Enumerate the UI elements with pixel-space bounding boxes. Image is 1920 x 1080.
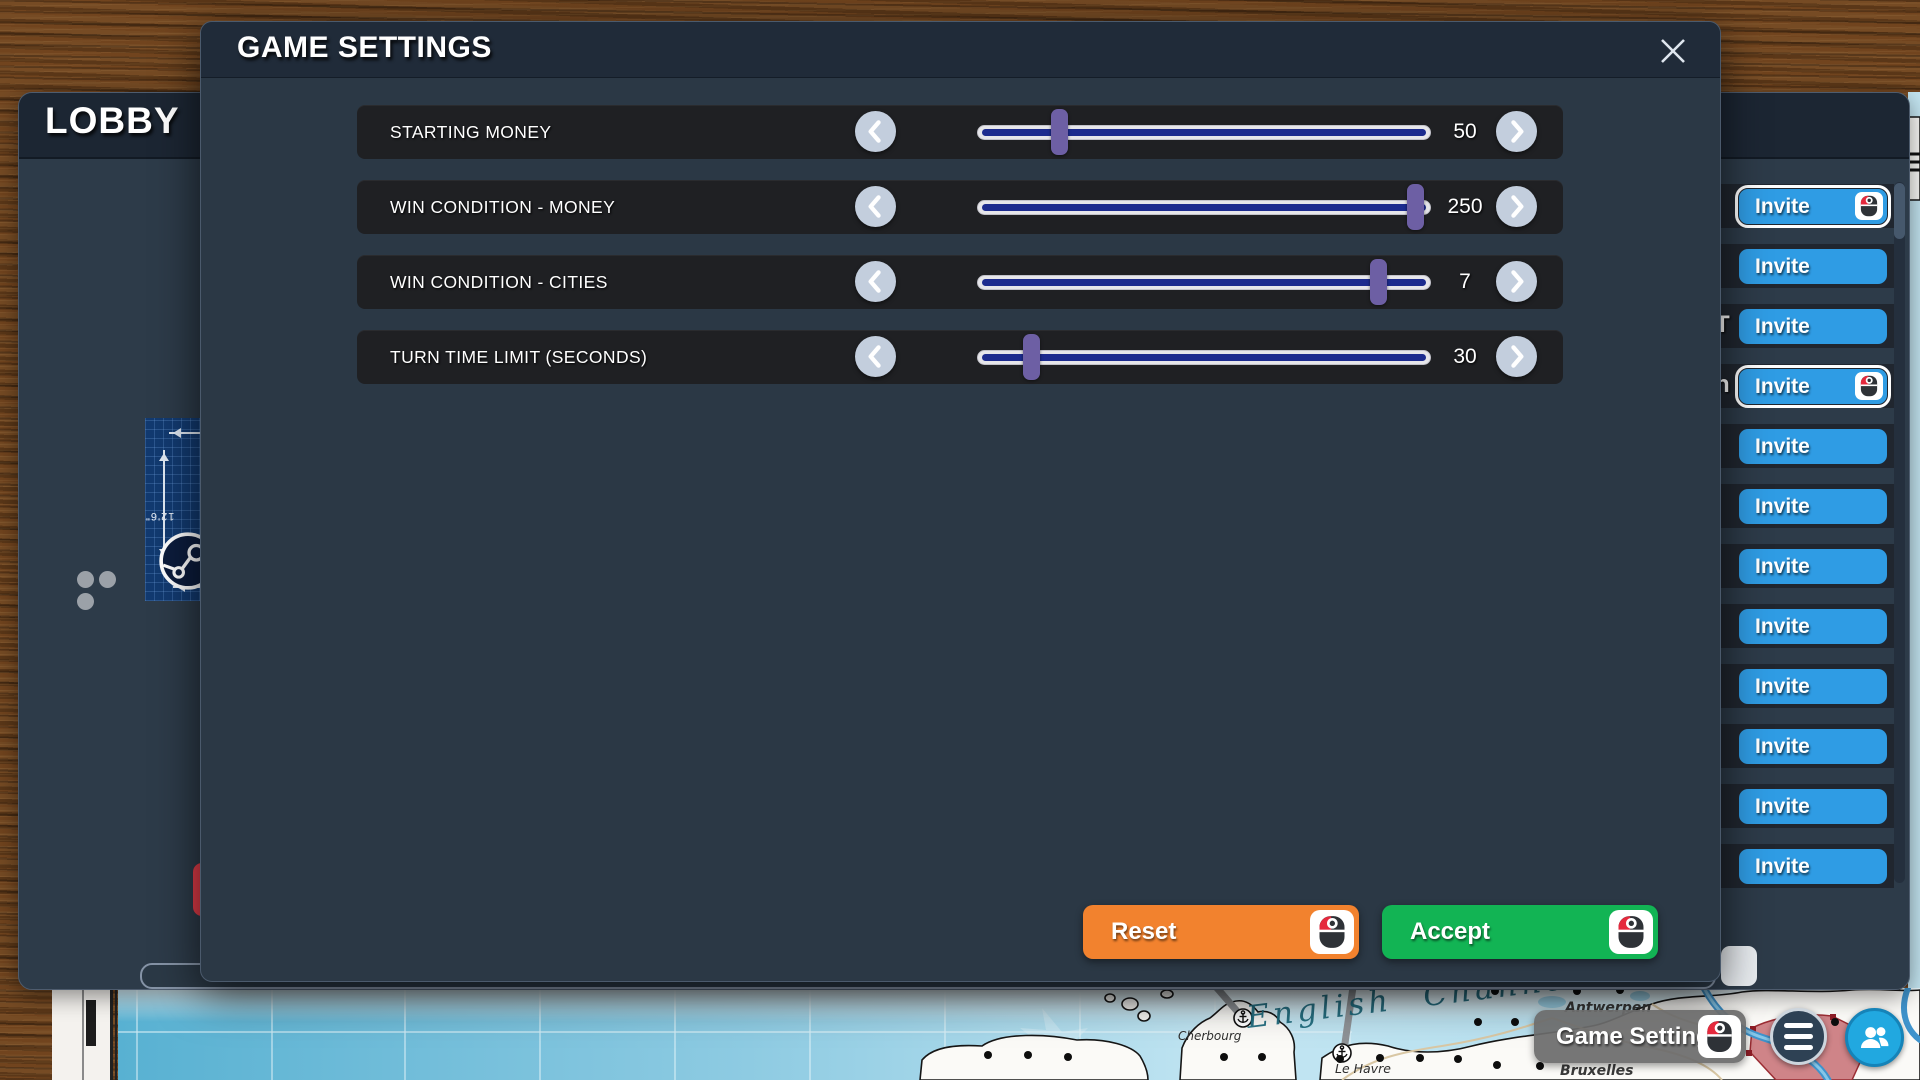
invite-button[interactable]: Invite [1739, 789, 1887, 824]
decrease-button[interactable] [855, 336, 896, 377]
steam-avatar-image: 12'6" [145, 418, 202, 601]
slider-track[interactable] [977, 125, 1431, 140]
setting-label: WIN CONDITION - MONEY [390, 180, 615, 234]
slider-handle[interactable] [1051, 109, 1068, 155]
decrease-button[interactable] [855, 261, 896, 302]
accept-button-label: Accept [1410, 918, 1490, 945]
city-label-lehavre: Le Havre [1335, 1061, 1391, 1076]
avatar-dimension-label: 12'6" [145, 510, 174, 522]
menu-button[interactable] [1770, 1008, 1827, 1065]
invite-button[interactable]: Invite [1739, 669, 1887, 704]
modal-header: GAME SETTINGS [201, 22, 1720, 78]
map-frame-line [110, 988, 113, 1080]
map-frame-line [115, 988, 117, 1080]
players-button[interactable] [1845, 1008, 1904, 1067]
invite-button-label: Invite [1755, 255, 1810, 278]
player-list-scrollbar[interactable] [1894, 182, 1905, 883]
invite-button[interactable]: Invite [1739, 609, 1887, 644]
invite-button[interactable]: Invite [1739, 369, 1887, 404]
chat-scrollbar-thumb[interactable] [1721, 946, 1757, 986]
invite-button-label: Invite [1755, 375, 1810, 398]
invite-button-label: Invite [1755, 855, 1810, 878]
invite-button[interactable]: Invite [1739, 489, 1887, 524]
invite-button[interactable]: Invite [1739, 429, 1887, 464]
city-label-bruxelles: Bruxelles [1560, 1063, 1634, 1079]
reset-button[interactable]: Reset [1083, 905, 1359, 959]
steam-logo [157, 530, 202, 592]
game-screen: English Channel Cherbourg Le Havre Antwe… [0, 0, 1920, 1080]
invite-button[interactable]: Invite [1739, 249, 1887, 284]
game-settings-button[interactable]: Game Settings [1534, 1010, 1746, 1063]
scrollbar-thumb[interactable] [1894, 183, 1905, 239]
mouse-click-icon [1855, 372, 1883, 400]
modal-title: GAME SETTINGS [237, 31, 492, 65]
map-margin [52, 988, 110, 1080]
setting-row: WIN CONDITION - MONEY250 [357, 180, 1563, 234]
invite-button-label: Invite [1755, 435, 1810, 458]
invite-button-label: Invite [1755, 795, 1810, 818]
invite-button-label: Invite [1755, 495, 1810, 518]
invite-button-label: Invite [1755, 735, 1810, 758]
reset-button-label: Reset [1111, 918, 1176, 945]
decrease-button[interactable] [855, 111, 896, 152]
setting-label: TURN TIME LIMIT (SECONDS) [390, 330, 647, 384]
invite-button-label: Invite [1755, 615, 1810, 638]
mouse-click-icon [1698, 1015, 1741, 1058]
game-settings-modal: GAME SETTINGS STARTING MONEY50 WIN CONDIT… [200, 21, 1721, 982]
slider-track[interactable] [977, 350, 1431, 365]
city-label-cherbourg: Cherbourg [1178, 1029, 1242, 1043]
map-margin-line [82, 988, 84, 1080]
slider-track[interactable] [977, 200, 1431, 215]
slider-stripe [982, 204, 1426, 211]
more-options-dots[interactable] [77, 571, 137, 589]
lobby-title: LOBBY [45, 100, 180, 142]
mouse-click-icon [1609, 910, 1653, 954]
setting-row: WIN CONDITION - CITIES7 [357, 255, 1563, 309]
setting-row: TURN TIME LIMIT (SECONDS)30 [357, 330, 1563, 384]
invite-button-label: Invite [1755, 315, 1810, 338]
slider-handle[interactable] [1370, 259, 1387, 305]
increase-button[interactable] [1496, 186, 1537, 227]
setting-row: STARTING MONEY50 [357, 105, 1563, 159]
map-scale-bar [86, 1000, 96, 1046]
mouse-click-icon [1855, 192, 1883, 220]
invite-button[interactable]: Invite [1739, 729, 1887, 764]
setting-label: WIN CONDITION - CITIES [390, 255, 608, 309]
slider-stripe [982, 279, 1426, 286]
increase-button[interactable] [1496, 336, 1537, 377]
accept-button[interactable]: Accept [1382, 905, 1658, 959]
decrease-button[interactable] [855, 186, 896, 227]
slider-handle[interactable] [1023, 334, 1040, 380]
mouse-click-icon [1310, 910, 1354, 954]
invite-button[interactable]: Invite [1739, 189, 1887, 224]
slider-stripe [982, 129, 1426, 136]
invite-button[interactable]: Invite [1739, 849, 1887, 884]
dimension-arrow [169, 432, 202, 434]
increase-button[interactable] [1496, 111, 1537, 152]
invite-button[interactable]: Invite [1739, 309, 1887, 344]
slider-track[interactable] [977, 275, 1431, 290]
invite-button-label: Invite [1755, 195, 1810, 218]
increase-button[interactable] [1496, 261, 1537, 302]
setting-label: STARTING MONEY [390, 105, 552, 159]
people-icon [1856, 1019, 1893, 1056]
invite-button-label: Invite [1755, 675, 1810, 698]
invite-button[interactable]: Invite [1739, 549, 1887, 584]
invite-button-label: Invite [1755, 555, 1810, 578]
close-icon[interactable] [1654, 32, 1692, 70]
slider-stripe [982, 354, 1426, 361]
